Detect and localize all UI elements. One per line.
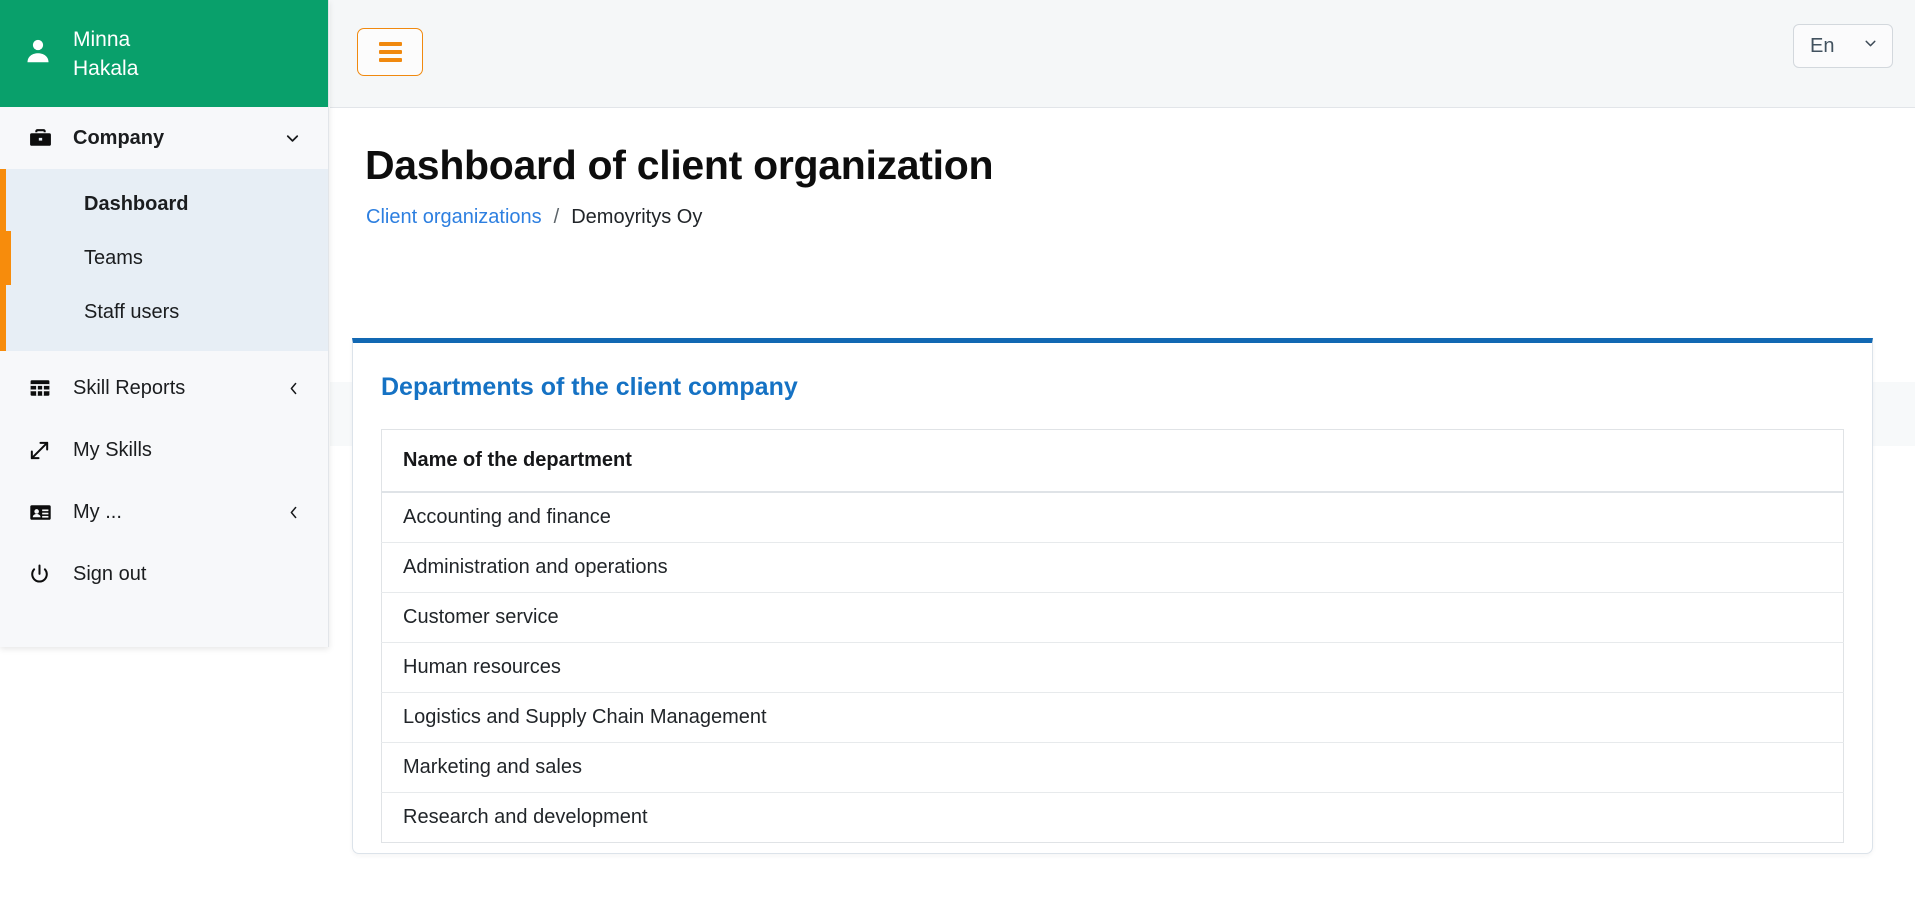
departments-table: Name of the department Accounting and fi… <box>381 429 1844 843</box>
cell-department-name: Accounting and finance <box>403 506 611 528</box>
table-row[interactable]: Research and development <box>381 792 1844 843</box>
sidebar-item-my-profile-label: My ... <box>73 500 122 523</box>
app-root: Minna Hakala Company Dashboard Teams Sta… <box>0 0 1915 910</box>
table-row[interactable]: Accounting and finance <box>382 492 1844 543</box>
chevron-down-icon[interactable] <box>283 129 302 148</box>
page-title: Dashboard of client organization <box>365 142 994 188</box>
cell-department-name: Human resources <box>381 642 1844 693</box>
chevron-left-icon[interactable] <box>285 504 302 521</box>
table-row[interactable]: Administration and operations <box>381 542 1844 593</box>
card-title: Departments of the client company <box>381 373 798 401</box>
table-head: Name of the department <box>381 429 1844 493</box>
person-icon <box>23 36 53 71</box>
user-name: Minna Hakala <box>73 25 138 83</box>
table-row[interactable]: Marketing and sales <box>381 742 1844 793</box>
submenu-spacer-bottom <box>0 339 328 351</box>
cell-department-name: Customer service <box>381 592 1844 643</box>
briefcase-icon <box>28 126 58 151</box>
nav-company-section: Company Dashboard Teams Staff users Skil… <box>0 107 328 605</box>
chevron-down-icon <box>1862 35 1879 57</box>
user-last-name: Hakala <box>73 56 139 80</box>
sidebar-item-skill-reports-label: Skill Reports <box>73 376 186 399</box>
table-body: Accounting and finance Administration an… <box>381 492 1844 843</box>
user-profile-block[interactable]: Minna Hakala <box>0 0 328 107</box>
power-icon <box>28 563 58 586</box>
breadcrumb-separator: / <box>553 206 560 228</box>
sidebar-item-staff-users[interactable]: Staff users <box>0 285 328 339</box>
user-first-name: Minna <box>73 27 131 51</box>
chevron-left-icon[interactable] <box>285 380 302 397</box>
sidebar-company-submenu: Dashboard Teams Staff users <box>0 169 328 351</box>
sidebar-item-skill-reports[interactable]: Skill Reports <box>0 357 328 419</box>
table-row[interactable]: Customer service <box>381 592 1844 643</box>
sidebar-item-company[interactable]: Company <box>0 107 328 169</box>
table-row[interactable]: Human resources <box>381 642 1844 693</box>
sidebar-item-teams[interactable]: Teams <box>0 231 328 285</box>
sidebar-item-sign-out[interactable]: Sign out <box>0 543 328 605</box>
sidebar-item-teams-label: Teams <box>84 246 143 269</box>
table-grid-icon <box>28 376 58 400</box>
language-select-value: En <box>1810 34 1835 57</box>
submenu-spacer-top <box>0 169 328 177</box>
cell-department-name: Marketing and sales <box>381 742 1844 793</box>
menu-toggle-button[interactable] <box>357 28 423 76</box>
id-card-icon <box>28 500 58 525</box>
hamburger-icon <box>378 42 402 62</box>
sidebar-item-my-skills-label: My Skills <box>73 438 152 461</box>
expand-arrows-icon <box>28 439 58 462</box>
sidebar: Minna Hakala Company Dashboard Teams Sta… <box>0 0 329 647</box>
column-header-name-of-the-department: Name of the department <box>381 429 1844 493</box>
topbar: En <box>330 0 1915 108</box>
departments-card: Departments of the client company Name o… <box>352 338 1873 854</box>
sidebar-item-my-profile[interactable]: My ... <box>0 481 328 543</box>
sidebar-item-dashboard-label: Dashboard <box>84 192 189 215</box>
sidebar-item-staff-users-label: Staff users <box>84 300 180 323</box>
breadcrumb-link-client-organizations[interactable]: Client organizations <box>366 206 542 229</box>
table-header-row: Name of the department <box>381 429 1844 493</box>
sidebar-item-my-skills[interactable]: My Skills <box>0 419 328 481</box>
cell-department-name: Research and development <box>381 792 1844 843</box>
breadcrumb: Client organizations / Demoyritys Oy <box>366 206 1915 229</box>
sidebar-item-company-label: Company <box>73 126 165 149</box>
language-select[interactable]: En <box>1793 24 1893 68</box>
breadcrumb-current: Demoyritys Oy <box>571 206 703 228</box>
sidebar-item-dashboard[interactable]: Dashboard <box>0 177 328 231</box>
cell-department-name: Administration and operations <box>381 542 1844 593</box>
sidebar-item-sign-out-label: Sign out <box>73 562 147 585</box>
cell-department-name: Logistics and Supply Chain Management <box>381 692 1844 743</box>
table-row[interactable]: Logistics and Supply Chain Management <box>381 692 1844 743</box>
